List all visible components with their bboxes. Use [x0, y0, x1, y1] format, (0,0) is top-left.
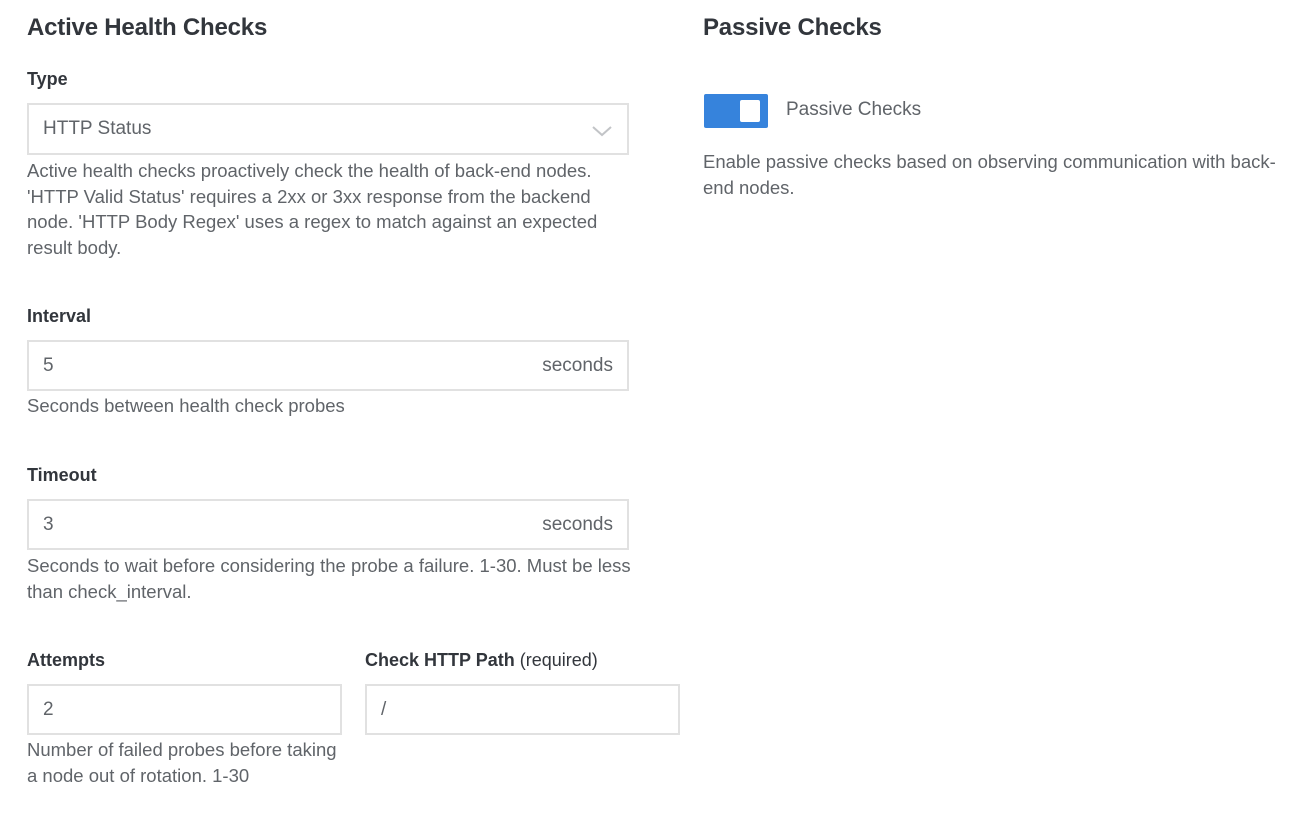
attempts-input[interactable]: 2: [27, 684, 342, 735]
passive-checks-section: Passive Checks Passive Checks Enable pas…: [680, 0, 1300, 300]
interval-unit: seconds: [542, 354, 613, 376]
timeout-unit: seconds: [542, 513, 613, 535]
type-label: Type: [27, 69, 68, 89]
http-path-input[interactable]: /: [365, 684, 680, 735]
passive-checks-help-text: Enable passive checks based on observing…: [703, 151, 1276, 198]
passive-checks-toggle[interactable]: [704, 94, 768, 128]
attempts-help-text: Number of failed probes before taking a …: [27, 739, 337, 786]
timeout-value: 3: [43, 513, 54, 535]
chevron-down-icon: [591, 122, 613, 137]
http-path-value: /: [381, 698, 387, 720]
interval-input[interactable]: 5 seconds: [27, 340, 629, 391]
type-help-text: Active health checks proactively check t…: [27, 160, 598, 258]
http-path-label-text: Check HTTP Path: [365, 650, 515, 670]
active-health-checks-title: Active Health Checks: [27, 14, 268, 41]
attempts-label: Attempts: [27, 650, 106, 670]
http-path-required-note: (required): [519, 650, 598, 670]
type-select[interactable]: HTTP Status: [27, 103, 629, 155]
interval-label: Interval: [27, 306, 92, 326]
toggle-knob: [740, 100, 760, 122]
passive-checks-toggle-label[interactable]: Passive Checks: [786, 99, 921, 121]
interval-help-text: Seconds between health check probes: [27, 395, 345, 416]
timeout-input[interactable]: 3 seconds: [27, 499, 629, 550]
http-path-label: Check HTTP Path (required): [365, 650, 598, 671]
interval-value: 5: [43, 354, 54, 376]
timeout-help-text: Seconds to wait before considering the p…: [27, 555, 631, 602]
active-health-checks-section: Active Health Checks Type HTTP Status Ac…: [0, 0, 680, 813]
timeout-label: Timeout: [27, 465, 97, 485]
attempts-value: 2: [43, 698, 54, 720]
type-select-value: HTTP Status: [43, 118, 152, 139]
passive-checks-title: Passive Checks: [703, 14, 882, 41]
